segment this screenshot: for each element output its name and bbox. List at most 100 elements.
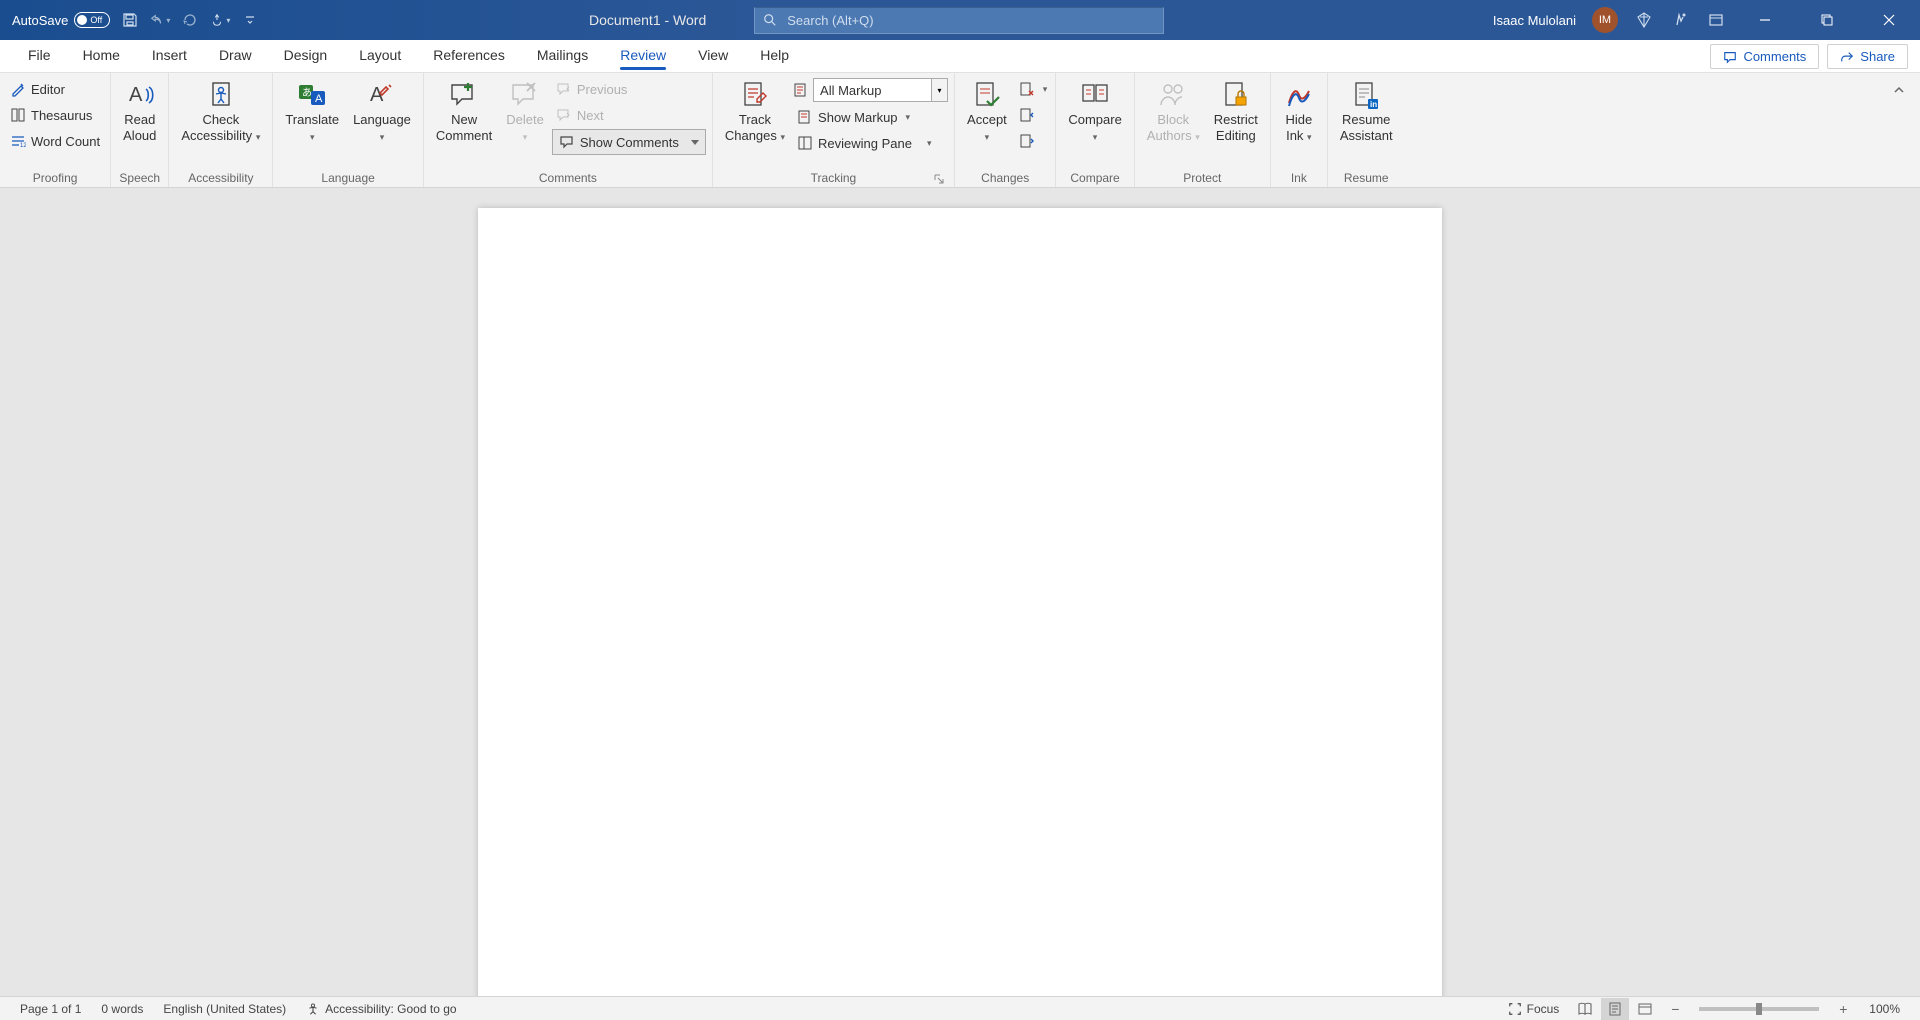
tab-design[interactable]: Design bbox=[268, 40, 344, 72]
group-label-speech: Speech bbox=[117, 168, 162, 187]
accept-button[interactable]: Accept▾ bbox=[961, 77, 1013, 147]
tab-view[interactable]: View bbox=[682, 40, 744, 72]
focus-button[interactable]: Focus bbox=[1498, 1002, 1570, 1016]
group-language: あA Translate▾ A Language▾ Language bbox=[273, 73, 424, 187]
group-label-changes: Changes bbox=[961, 168, 1049, 187]
close-button[interactable] bbox=[1866, 0, 1912, 40]
reviewing-pane-button[interactable]: Reviewing Pane▾ bbox=[793, 131, 948, 155]
tab-draw[interactable]: Draw bbox=[203, 40, 268, 72]
zoom-slider[interactable] bbox=[1699, 1007, 1819, 1011]
previous-change-button[interactable] bbox=[1017, 103, 1050, 127]
collapse-ribbon-button[interactable] bbox=[1888, 79, 1910, 101]
reject-button[interactable]: ▾ bbox=[1017, 77, 1050, 101]
new-comment-button[interactable]: New Comment bbox=[430, 77, 498, 147]
autosave-toggle[interactable]: AutoSave Off bbox=[12, 12, 110, 28]
touch-mode-icon[interactable]: ▾ bbox=[210, 10, 230, 30]
read-mode-button[interactable] bbox=[1571, 998, 1599, 1020]
zoom-in-button[interactable]: + bbox=[1829, 998, 1857, 1020]
print-layout-button[interactable] bbox=[1601, 998, 1629, 1020]
tab-layout[interactable]: Layout bbox=[343, 40, 417, 72]
redo-icon[interactable] bbox=[180, 10, 200, 30]
word-count-icon: 123 bbox=[10, 133, 26, 149]
restrict-editing-button[interactable]: Restrict Editing bbox=[1208, 77, 1264, 147]
group-comments: New Comment Delete▾ Previous Next Show C… bbox=[424, 73, 713, 187]
prev-comment-icon bbox=[556, 81, 572, 97]
search-icon bbox=[763, 13, 777, 27]
reviewing-pane-icon bbox=[797, 135, 813, 151]
qat-customize-icon[interactable] bbox=[240, 10, 260, 30]
thesaurus-button[interactable]: Thesaurus bbox=[6, 103, 104, 127]
status-words[interactable]: 0 words bbox=[91, 1002, 153, 1016]
status-right: Focus − + 100% bbox=[1498, 998, 1910, 1020]
group-changes: Accept▾ ▾ Changes bbox=[955, 73, 1056, 187]
tab-review[interactable]: Review bbox=[604, 40, 682, 72]
minimize-button[interactable] bbox=[1742, 0, 1788, 40]
web-layout-button[interactable] bbox=[1631, 998, 1659, 1020]
share-button[interactable]: Share bbox=[1827, 44, 1908, 69]
show-comments-button[interactable]: Show Comments bbox=[552, 129, 706, 155]
document-page[interactable] bbox=[478, 208, 1442, 996]
search-input[interactable] bbox=[787, 13, 1155, 28]
read-aloud-button[interactable]: A Read Aloud bbox=[117, 77, 162, 147]
toggle-switch[interactable]: Off bbox=[74, 12, 110, 28]
read-aloud-icon: A bbox=[124, 79, 156, 111]
group-label-accessibility: Accessibility bbox=[175, 168, 266, 187]
editor-button[interactable]: Editor bbox=[6, 77, 104, 101]
tab-mailings[interactable]: Mailings bbox=[521, 40, 604, 72]
ribbon-display-icon[interactable] bbox=[1706, 10, 1726, 30]
group-label-proofing: Proofing bbox=[6, 168, 104, 187]
user-avatar[interactable]: IM bbox=[1592, 7, 1618, 33]
user-name[interactable]: Isaac Mulolani bbox=[1493, 13, 1576, 28]
coming-soon-icon[interactable] bbox=[1670, 10, 1690, 30]
markup-combo[interactable]: All Markup ▾ bbox=[813, 78, 948, 102]
show-markup-button[interactable]: Show Markup▾ bbox=[793, 105, 948, 129]
autosave-label: AutoSave bbox=[12, 13, 68, 28]
resume-assistant-button[interactable]: in Resume Assistant bbox=[1334, 77, 1399, 147]
new-comment-icon bbox=[448, 79, 480, 111]
tracking-launcher-icon[interactable] bbox=[934, 174, 944, 184]
maximize-button[interactable] bbox=[1804, 0, 1850, 40]
translate-button[interactable]: あA Translate▾ bbox=[279, 77, 345, 147]
web-layout-icon bbox=[1638, 1002, 1652, 1016]
group-label-tracking: Tracking bbox=[719, 168, 948, 187]
read-mode-icon bbox=[1577, 1002, 1593, 1016]
diamond-icon[interactable] bbox=[1634, 10, 1654, 30]
next-comment-button: Next bbox=[552, 103, 706, 127]
group-label-compare: Compare bbox=[1062, 168, 1127, 187]
track-changes-icon bbox=[739, 79, 771, 111]
tab-help[interactable]: Help bbox=[744, 40, 805, 72]
zoom-out-button[interactable]: − bbox=[1661, 998, 1689, 1020]
accept-icon bbox=[971, 79, 1003, 111]
block-authors-button: Block Authors ▾ bbox=[1141, 77, 1206, 147]
tab-insert[interactable]: Insert bbox=[136, 40, 203, 72]
zoom-thumb[interactable] bbox=[1756, 1003, 1762, 1015]
tab-references[interactable]: References bbox=[417, 40, 521, 72]
document-title: Document1 - Word bbox=[589, 12, 706, 28]
zoom-level[interactable]: 100% bbox=[1859, 1002, 1910, 1016]
next-comment-icon bbox=[556, 107, 572, 123]
status-language[interactable]: English (United States) bbox=[153, 1002, 296, 1016]
word-count-button[interactable]: 123 Word Count bbox=[6, 129, 104, 153]
next-change-button[interactable] bbox=[1017, 129, 1050, 153]
group-label-comments: Comments bbox=[430, 168, 706, 187]
markup-dropdown-button[interactable]: ▾ bbox=[931, 79, 947, 101]
tab-home[interactable]: Home bbox=[67, 40, 136, 72]
restrict-editing-icon bbox=[1220, 79, 1252, 111]
tab-file[interactable]: File bbox=[12, 40, 67, 72]
search-box[interactable] bbox=[754, 7, 1164, 34]
toggle-state: Off bbox=[90, 15, 102, 25]
check-accessibility-button[interactable]: Check Accessibility ▾ bbox=[175, 77, 266, 147]
language-button[interactable]: A Language▾ bbox=[347, 77, 417, 147]
undo-icon[interactable]: ▾ bbox=[150, 10, 170, 30]
group-label-ink: Ink bbox=[1277, 168, 1321, 187]
status-accessibility[interactable]: Accessibility: Good to go bbox=[296, 1002, 466, 1016]
markup-value: All Markup bbox=[814, 83, 931, 98]
status-page[interactable]: Page 1 of 1 bbox=[10, 1002, 91, 1016]
hide-ink-button[interactable]: Hide Ink ▾ bbox=[1277, 77, 1321, 147]
document-area[interactable] bbox=[0, 188, 1920, 996]
save-icon[interactable] bbox=[120, 10, 140, 30]
track-changes-button[interactable]: Track Changes ▾ bbox=[719, 77, 791, 147]
svg-text:123: 123 bbox=[20, 143, 26, 149]
compare-button[interactable]: Compare▾ bbox=[1062, 77, 1127, 147]
comments-button[interactable]: Comments bbox=[1710, 44, 1819, 69]
